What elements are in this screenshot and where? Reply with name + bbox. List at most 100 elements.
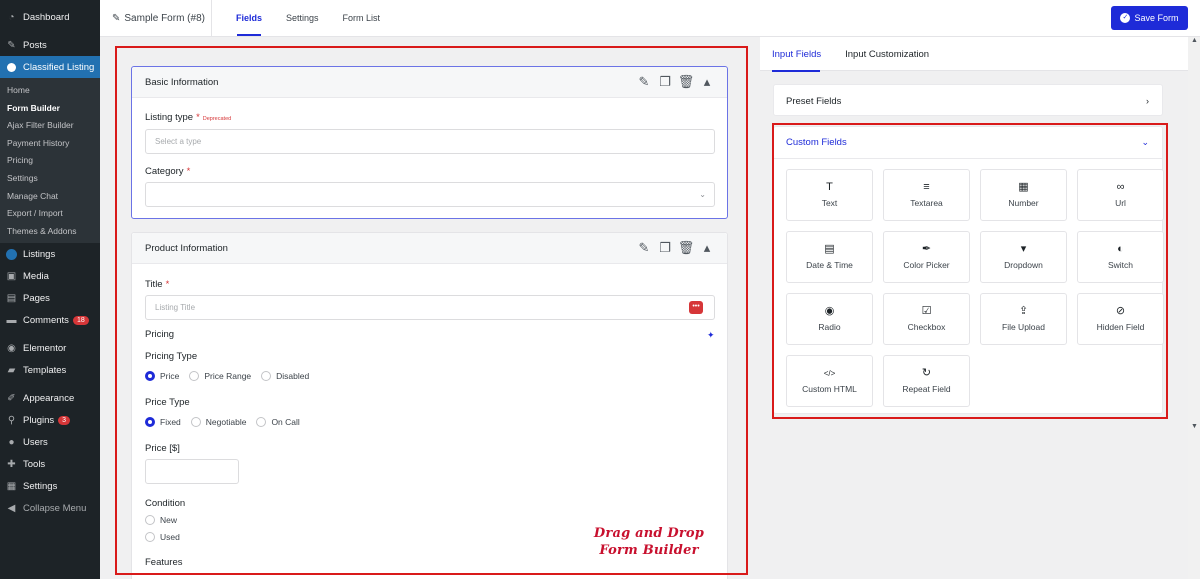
radio-on-call[interactable]: On Call [256,417,300,427]
submenu-export-import[interactable]: Export / Import [0,205,100,223]
submenu-ajax-filter-builder[interactable]: Ajax Filter Builder [0,117,100,135]
upload-icon: ⇪ [1018,305,1029,317]
sidebar-item-elementor[interactable]: ◉ Elementor [0,337,100,359]
tab-form-list[interactable]: Form List [331,0,393,37]
tab-settings[interactable]: Settings [274,0,331,37]
condition-used[interactable]: Used [145,532,180,542]
submenu-themes-addons[interactable]: Themes & Addons [0,223,100,241]
sidebar-item-listings[interactable]: Listings [0,243,100,265]
sidebar-item-media[interactable]: ▣ Media [0,265,100,287]
scroll-down-icon[interactable]: ▼ [1191,423,1198,430]
preset-fields-card[interactable]: Preset Fields › [773,84,1163,116]
custom-fields-header[interactable]: Custom Fields ⌄ [774,127,1162,159]
pin-icon[interactable]: ✦ [707,330,715,341]
radio-disabled[interactable]: Disabled [261,371,309,381]
submenu-payment-history[interactable]: Payment History [0,135,100,153]
title-input[interactable]: Listing Title [145,295,715,320]
edit-icon[interactable]: ✎ [638,74,650,89]
price-input[interactable] [145,459,239,484]
section-actions: ✎ ❐ 🗑 ▴ [638,240,713,255]
edit-icon[interactable]: ✎ [638,240,650,255]
submenu-manage-chat[interactable]: Manage Chat [0,188,100,206]
field-radio[interactable]: ◉ Radio [786,293,873,345]
category-select[interactable]: ⌄ [145,182,715,207]
sidebar-item-pages[interactable]: ▤ Pages [0,287,100,309]
field-checkbox[interactable]: ☑ Checkbox [883,293,970,345]
sidebar-item-plugins[interactable]: ⚲ Plugins 3 [0,409,100,431]
sidebar-item-templates[interactable]: ▰ Templates [0,359,100,381]
chevron-right-icon: › [1146,96,1149,106]
form-name[interactable]: ✎ Sample Form (#8) [100,0,212,37]
text-icon: T [826,181,833,193]
settings-icon: ▦ [6,480,17,492]
field-color-picker[interactable]: ✒ Color Picker [883,231,970,283]
radio-price-range[interactable]: Price Range [189,371,251,381]
field-number[interactable]: ▦ Number [980,169,1067,221]
tab-input-fields[interactable]: Input Fields [760,37,833,72]
chevron-down-icon: ⌄ [699,190,706,199]
field-date-time[interactable]: ▤ Date & Time [786,231,873,283]
sidebar-item-posts[interactable]: ✎ Posts [0,34,100,56]
listing-type-select[interactable]: Select a type [145,129,715,154]
tab-input-customization[interactable]: Input Customization [833,37,941,71]
save-form-button[interactable]: ✓ Save Form [1111,6,1188,30]
panel-tabs: Input Fields Input Customization [760,37,1188,72]
admin-sidebar: ◔ Dashboard ✎ Posts Classified Listing Hom… [0,0,100,579]
eye-slash-icon: ⊘ [1115,305,1126,317]
field-custom-html[interactable]: </> Custom HTML [786,355,873,407]
section-basic-information[interactable]: Basic Information ✎ ❐ 🗑 ▴ Listing type * D… [131,66,728,219]
trash-icon[interactable]: 🗑 [678,240,695,255]
tab-fields[interactable]: Fields [224,0,274,37]
sidebar-item-collapse-menu[interactable]: ◀ Collapse Menu [0,497,100,519]
field-repeat-field[interactable]: ↻ Repeat Field [883,355,970,407]
pricing-type-radios: Price Price Range Disabled [145,371,309,381]
radio-price[interactable]: Price [145,371,179,381]
field-text[interactable]: T Text [786,169,873,221]
sidebar-item-comments[interactable]: ▬ Comments 18 [0,309,100,331]
radio-negotiable[interactable]: Negotiable [190,417,246,427]
price-type-radios: Fixed Negotiable On Call [145,417,300,427]
submenu-settings[interactable]: Settings [0,170,100,188]
sidebar-item-settings[interactable]: ▦ Settings [0,475,100,497]
chevron-up-icon[interactable]: ▴ [701,74,713,89]
field-textarea[interactable]: ≡ Textarea [883,169,970,221]
fields-panel: Input Fields Input Customization Preset … [760,37,1188,579]
form-canvas: Basic Information ✎ ❐ 🗑 ▴ Listing type * D… [100,37,758,579]
sidebar-item-dashboard[interactable]: ◔ Dashboard [0,6,100,28]
field-url[interactable]: ∞ Url [1077,169,1164,221]
sidebar-item-appearance[interactable]: ✐ Appearance [0,387,100,409]
price-label: Price [$] [145,443,180,454]
pencil-icon: ✎ [112,12,121,24]
copy-icon[interactable]: ❐ [659,74,671,89]
sidebar-item-tools[interactable]: ✚ Tools [0,453,100,475]
copy-icon[interactable]: ❐ [659,240,671,255]
link-icon: ∞ [1116,181,1125,193]
field-switch[interactable]: ◐ Switch [1077,231,1164,283]
code-icon: </> [823,369,836,378]
field-hidden-field[interactable]: ⊘ Hidden Field [1077,293,1164,345]
submenu-pricing[interactable]: Pricing [0,152,100,170]
deprecated-tag: Deprecated [202,116,232,122]
elementor-icon: ◉ [7,342,16,354]
textarea-icon: ≡ [923,181,930,193]
preset-fields-header[interactable]: Preset Fields › [774,85,1162,117]
checkbox-icon: ☑ [921,305,932,317]
submenu-home[interactable]: Home [0,82,100,100]
trash-icon[interactable]: 🗑 [678,74,695,89]
field-dropdown[interactable]: ▾ Dropdown [980,231,1067,283]
scroll-up-icon[interactable]: ▲ [1191,37,1198,44]
number-icon: ▦ [1018,181,1029,193]
chevron-up-icon[interactable]: ▴ [701,240,713,255]
radio-fixed[interactable]: Fixed [145,417,181,427]
calendar-icon: ▤ [824,243,835,255]
more-options-icon[interactable]: ••• [689,301,703,314]
pricing-type-label: Pricing Type [145,351,198,362]
panel-scrollbar[interactable]: ▲ ▼ [1188,37,1200,579]
field-file-upload[interactable]: ⇪ File Upload [980,293,1067,345]
condition-new[interactable]: New [145,515,177,525]
sidebar-item-users[interactable]: ● Users [0,431,100,453]
collapse-icon: ◀ [7,502,16,514]
sidebar-item-classified-listing[interactable]: Classified Listing [0,56,100,78]
submenu-form-builder[interactable]: Form Builder [0,100,100,118]
condition-label: Condition [145,498,186,509]
